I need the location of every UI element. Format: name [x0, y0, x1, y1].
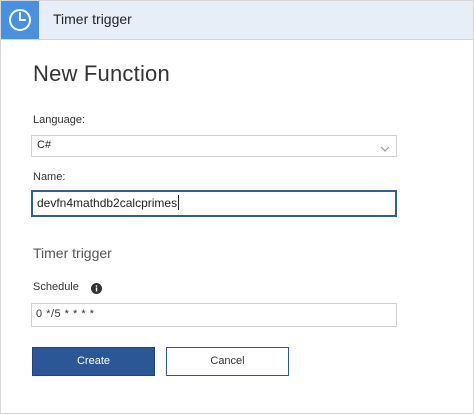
language-select[interactable]: C#	[31, 135, 397, 157]
language-label: Language:	[33, 114, 85, 126]
new-function-panel: Timer trigger New Function Language: C# …	[0, 0, 474, 414]
info-icon[interactable]	[91, 281, 102, 299]
schedule-field[interactable]: 0 */5 * * * *	[31, 303, 397, 327]
chevron-down-icon	[380, 141, 390, 159]
schedule-field-value: 0 */5 * * * *	[36, 308, 95, 320]
name-field-value: devfn4mathdb2calcprimes	[37, 196, 178, 210]
language-selected-value: C#	[37, 139, 52, 151]
cancel-button[interactable]: Cancel	[166, 347, 289, 376]
schedule-label: Schedule	[33, 281, 79, 293]
create-button[interactable]: Create	[32, 347, 155, 376]
page-title: New Function	[33, 61, 170, 86]
header-title: Timer trigger	[53, 11, 132, 27]
section-title: Timer trigger	[33, 245, 112, 261]
name-field[interactable]: devfn4mathdb2calcprimes	[31, 190, 397, 217]
panel-header: Timer trigger	[1, 1, 473, 40]
name-label: Name:	[33, 171, 66, 183]
text-caret	[178, 195, 179, 210]
clock-icon	[1, 1, 39, 39]
